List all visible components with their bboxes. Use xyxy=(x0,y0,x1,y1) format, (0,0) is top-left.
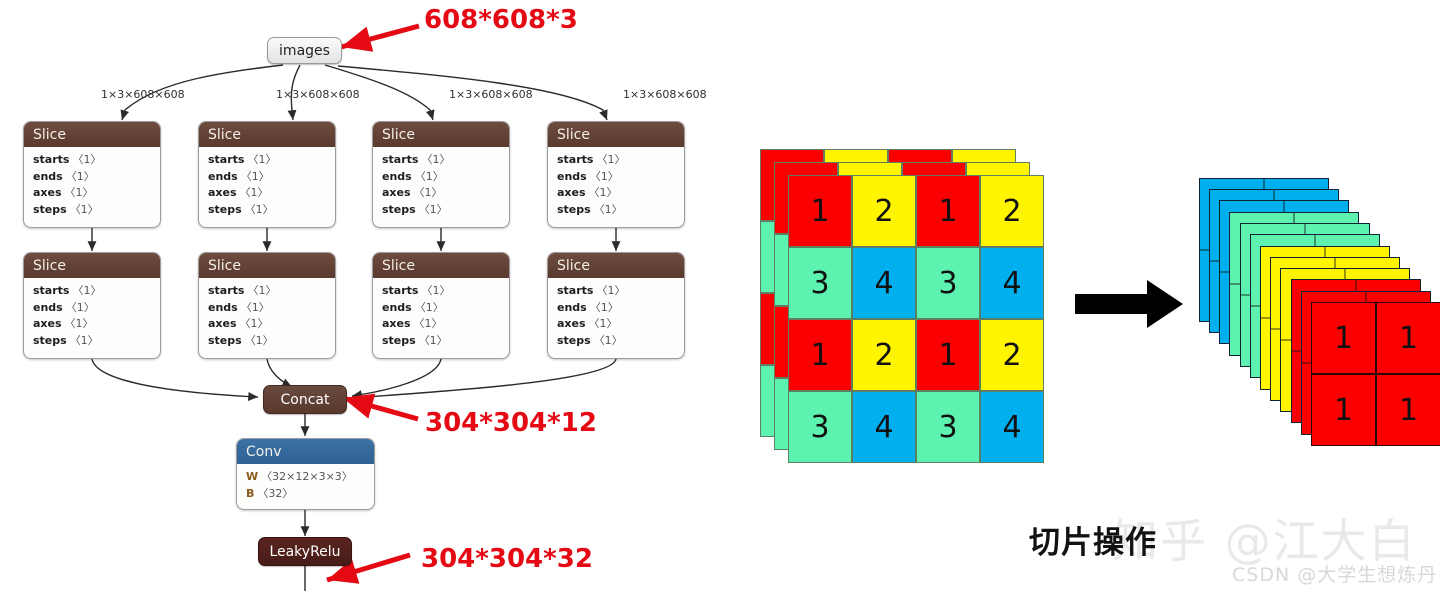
output-front-cell: 1 xyxy=(1376,302,1440,374)
input-cell: 4 xyxy=(852,247,916,319)
input-cell: 2 xyxy=(852,319,916,391)
input-cell: 1 xyxy=(916,319,980,391)
input-feature-map-grid: 1212343412123434 xyxy=(788,175,1044,463)
input-cell: 2 xyxy=(852,175,916,247)
input-cell: 1 xyxy=(788,319,852,391)
input-cell: 1 xyxy=(788,175,852,247)
input-cell: 4 xyxy=(852,391,916,463)
input-cell: 4 xyxy=(980,391,1044,463)
output-front-cell: 1 xyxy=(1311,374,1376,446)
input-cell: 3 xyxy=(788,391,852,463)
output-front-cell: 1 xyxy=(1311,302,1376,374)
output-front-cell: 1 xyxy=(1376,374,1440,446)
input-cell: 3 xyxy=(916,247,980,319)
output-front-grid: 1111 xyxy=(1311,302,1440,446)
input-cell: 2 xyxy=(980,175,1044,247)
transform-arrow xyxy=(1075,280,1183,328)
operation-title: 切片操作 xyxy=(1029,525,1157,561)
input-cell: 1 xyxy=(916,175,980,247)
tensor-illustration: 1212343412123434 1111 xyxy=(0,0,1440,591)
input-cell: 2 xyxy=(980,319,1044,391)
diagram-canvas: images 1×3×608×608 1×3×608×608 1×3×608×6… xyxy=(0,0,1440,591)
input-cell: 3 xyxy=(788,247,852,319)
watermark-csdn: CSDN @大学生想炼丹 xyxy=(1232,564,1438,586)
input-cell: 4 xyxy=(980,247,1044,319)
input-cell: 3 xyxy=(916,391,980,463)
